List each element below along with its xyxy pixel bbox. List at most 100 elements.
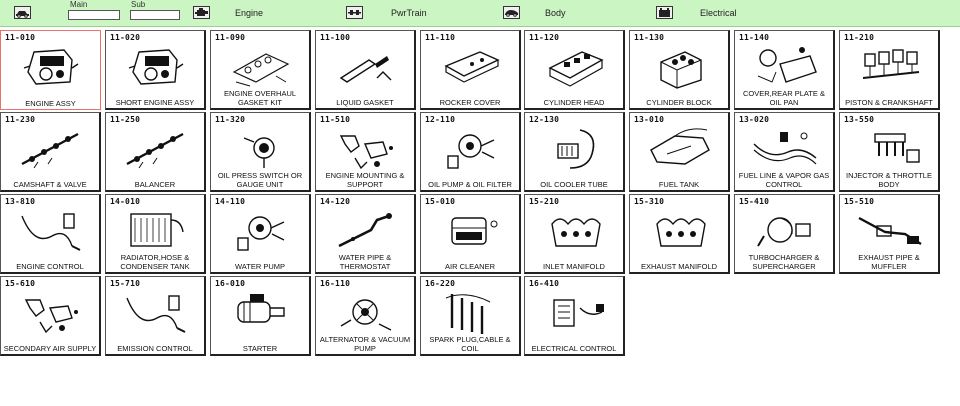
- tank-part-illustration: [650, 128, 710, 165]
- pump-part-illustration: [237, 216, 285, 251]
- car-body-icon[interactable]: [503, 6, 520, 19]
- part-name: CYLINDER HEAD: [543, 97, 605, 107]
- part-card[interactable]: 11-230 CAMSHAFT & VALVE: [0, 112, 101, 192]
- tab-engine[interactable]: Engine: [235, 8, 263, 18]
- top-toolbar: Main Sub Engine PwrTrain Body Electrical: [0, 0, 960, 27]
- part-card[interactable]: 11-100 LIQUID GASKET: [315, 30, 416, 110]
- part-card[interactable]: 11-250 BALANCER: [105, 112, 206, 192]
- part-code: 11-510: [320, 115, 351, 124]
- shaft-part-illustration: [126, 132, 184, 169]
- part-code: 14-110: [215, 197, 246, 206]
- part-card[interactable]: 11-130 CYLINDER BLOCK: [629, 30, 730, 110]
- part-code: 15-310: [634, 197, 665, 206]
- part-card[interactable]: 11-110 ROCKER COVER: [420, 30, 521, 110]
- part-card[interactable]: 11-120 CYLINDER HEAD: [524, 30, 625, 110]
- part-name: WATER PIPE & THERMOSTAT: [338, 253, 392, 271]
- part-card[interactable]: 12-110 OIL PUMP & OIL FILTER: [420, 112, 521, 192]
- block-part-illustration: [660, 51, 702, 89]
- turbo-part-illustration: [757, 217, 811, 247]
- part-card[interactable]: 14-120 WATER PIPE & THERMOSTAT: [315, 194, 416, 274]
- shaft-part-illustration: [21, 132, 79, 169]
- part-name: OIL PUMP & OIL FILTER: [428, 179, 512, 189]
- manifold-part-illustration: [656, 218, 706, 247]
- battery-icon[interactable]: [656, 6, 673, 19]
- part-card[interactable]: 13-810 ENGINE CONTROL: [0, 194, 101, 274]
- sub-input[interactable]: [130, 10, 180, 20]
- main-label: Main: [70, 0, 88, 9]
- pan-part-illustration: [757, 47, 817, 83]
- part-code: 12-110: [425, 115, 456, 124]
- part-code: 13-020: [739, 115, 770, 124]
- powertrain-icon[interactable]: [346, 6, 363, 19]
- part-card[interactable]: 16-410 ELECTRICAL CONTROL: [524, 276, 625, 356]
- part-name: EXHAUST MANIFOLD: [640, 261, 718, 271]
- plugs-part-illustration: [445, 294, 491, 334]
- part-card[interactable]: 11-090 ENGINE OVERHAUL GASKET KIT: [210, 30, 311, 110]
- part-code: 15-410: [739, 197, 770, 206]
- part-name: FUEL TANK: [658, 179, 700, 189]
- part-card[interactable]: 11-510 ENGINE MOUNTING & SUPPORT: [315, 112, 416, 192]
- part-card[interactable]: 16-010 STARTER: [210, 276, 311, 356]
- cover-part-illustration: [444, 51, 500, 83]
- part-code: 15-710: [110, 279, 141, 288]
- part-code: 11-320: [215, 115, 246, 124]
- part-name: CAMSHAFT & VALVE: [13, 179, 87, 189]
- part-name: INLET MANIFOLD: [543, 261, 605, 271]
- starter-part-illustration: [237, 294, 285, 323]
- engine-part-illustration: [128, 49, 184, 85]
- part-card[interactable]: 11-210 PISTON & CRANKSHAFT: [839, 30, 940, 110]
- part-code: 15-210: [529, 197, 560, 206]
- part-code: 11-120: [529, 33, 560, 42]
- part-name: OIL PRESS SWITCH OR GAUGE UNIT: [217, 171, 303, 189]
- part-name: ENGINE MOUNTING & SUPPORT: [325, 171, 405, 189]
- part-name: WATER PUMP: [235, 261, 285, 271]
- cleaner-part-illustration: [451, 217, 498, 245]
- radiator-part-illustration: [130, 213, 184, 247]
- part-card[interactable]: 16-220 SPARK PLUG,CABLE & COIL: [420, 276, 521, 356]
- main-input[interactable]: [68, 10, 120, 20]
- part-card[interactable]: 15-710 EMISSION CONTROL: [105, 276, 206, 356]
- part-code: 16-220: [425, 279, 456, 288]
- part-card[interactable]: 13-020 FUEL LINE & VAPOR GAS CONTROL: [734, 112, 835, 192]
- part-name: FUEL LINE & VAPOR GAS CONTROL: [738, 171, 830, 189]
- part-card[interactable]: 16-110 ALTERNATOR & VACUUM PUMP: [315, 276, 416, 356]
- part-code: 11-250: [110, 115, 141, 124]
- part-name: ELECTRICAL CONTROL: [531, 343, 617, 353]
- part-code: 11-230: [5, 115, 36, 124]
- tab-body[interactable]: Body: [545, 8, 566, 18]
- bracket-part-illustration: [24, 299, 78, 334]
- part-name: SECONDARY AIR SUPPLY: [3, 343, 97, 353]
- part-card[interactable]: 15-610 SECONDARY AIR SUPPLY: [0, 276, 101, 356]
- part-card[interactable]: 12-130 OIL COOLER TUBE: [524, 112, 625, 192]
- part-name: STARTER: [242, 343, 278, 353]
- part-name: SPARK PLUG,CABLE & COIL: [429, 335, 511, 353]
- head-part-illustration: [548, 51, 604, 87]
- part-code: 11-210: [844, 33, 875, 42]
- part-card[interactable]: 15-210 INLET MANIFOLD: [524, 194, 625, 274]
- part-code: 11-140: [739, 33, 770, 42]
- part-card[interactable]: 14-110 WATER PUMP: [210, 194, 311, 274]
- part-card[interactable]: 11-320 OIL PRESS SWITCH OR GAUGE UNIT: [210, 112, 311, 192]
- engine-part-illustration: [23, 49, 79, 85]
- part-card[interactable]: 11-010 ENGINE ASSY: [0, 30, 101, 110]
- part-card[interactable]: 13-550 INJECTOR & THROTTLE BODY: [839, 112, 940, 192]
- part-card[interactable]: 15-410 TURBOCHARGER & SUPERCHARGER: [734, 194, 835, 274]
- tab-electrical[interactable]: Electrical: [700, 8, 737, 18]
- part-card[interactable]: 15-510 EXHAUST PIPE & MUFFLER: [839, 194, 940, 274]
- part-card[interactable]: 11-020 SHORT ENGINE ASSY: [105, 30, 206, 110]
- part-code: 13-010: [634, 115, 665, 124]
- part-card[interactable]: 14-010 RADIATOR,HOSE & CONDENSER TANK: [105, 194, 206, 274]
- part-name: ALTERNATOR & VACUUM PUMP: [319, 335, 411, 353]
- tab-pwrtrain[interactable]: PwrTrain: [391, 8, 427, 18]
- part-name: INJECTOR & THROTTLE BODY: [846, 171, 932, 189]
- cable-part-illustration: [126, 295, 186, 333]
- gasket-part-illustration: [232, 53, 290, 87]
- part-code: 14-010: [110, 197, 141, 206]
- part-card[interactable]: 15-310 EXHAUST MANIFOLD: [629, 194, 730, 274]
- engine-icon[interactable]: [193, 6, 210, 19]
- part-card[interactable]: 11-140 COVER,REAR PLATE & OIL PAN: [734, 30, 835, 110]
- part-name: ENGINE OVERHAUL GASKET KIT: [223, 89, 297, 107]
- home-car-icon[interactable]: [14, 6, 31, 19]
- part-card[interactable]: 15-010 AIR CLEANER: [420, 194, 521, 274]
- part-card[interactable]: 13-010 FUEL TANK: [629, 112, 730, 192]
